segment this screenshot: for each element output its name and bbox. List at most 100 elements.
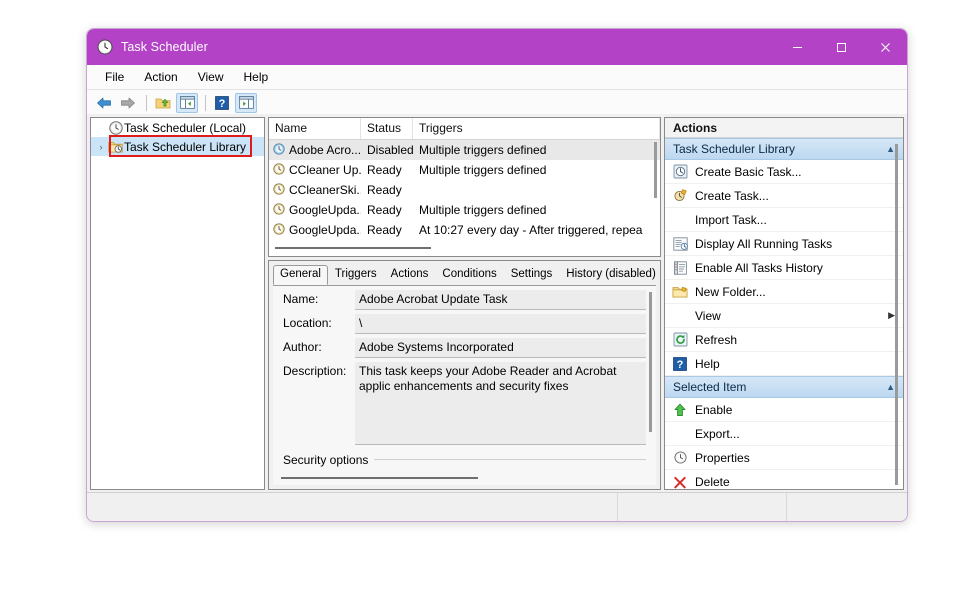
name-label: Name: bbox=[283, 292, 319, 306]
column-header-triggers[interactable]: Triggers bbox=[413, 118, 660, 139]
menu-action[interactable]: Action bbox=[134, 68, 187, 86]
history-icon bbox=[665, 260, 695, 275]
console-tree-pane[interactable]: Task Scheduler (Local) › Task Scheduler … bbox=[90, 117, 265, 490]
clock-icon bbox=[273, 202, 285, 218]
action-label: New Folder... bbox=[695, 284, 766, 299]
tab-conditions[interactable]: Conditions bbox=[435, 265, 503, 285]
task-name-cell: GoogleUpda... bbox=[269, 202, 361, 218]
task-name-cell: GoogleUpda... bbox=[269, 222, 361, 238]
column-header-status[interactable]: Status bbox=[361, 118, 413, 139]
detail-horizontal-scrollbar[interactable] bbox=[281, 477, 640, 481]
field-row-name: Name: Adobe Acrobat Update Task bbox=[273, 286, 656, 310]
clock-icon bbox=[97, 39, 113, 55]
action-export[interactable]: Export... bbox=[665, 422, 903, 446]
action-create-basic-task[interactable]: Create Basic Task... bbox=[665, 160, 903, 184]
window-title: Task Scheduler bbox=[121, 40, 208, 54]
tab-triggers[interactable]: Triggers bbox=[328, 265, 384, 285]
action-new-folder[interactable]: New Folder... bbox=[665, 280, 903, 304]
show-hide-action-pane-icon[interactable] bbox=[235, 92, 257, 113]
close-button[interactable] bbox=[863, 29, 907, 65]
actions-group-header-selected-item[interactable]: Selected Item ▲ bbox=[665, 376, 903, 398]
status-bar bbox=[87, 492, 907, 521]
table-row[interactable]: GoogleUpda... Ready At 10:27 every day -… bbox=[269, 220, 660, 240]
clock-icon bbox=[273, 182, 285, 198]
action-refresh[interactable]: Refresh bbox=[665, 328, 903, 352]
folder-clock-icon bbox=[107, 140, 124, 154]
tree-item-task-scheduler-library[interactable]: › Task Scheduler Library bbox=[91, 137, 264, 156]
task-triggers-cell: Multiple triggers defined bbox=[419, 203, 547, 217]
up-one-level-icon[interactable] bbox=[152, 93, 174, 113]
tab-general[interactable]: General bbox=[273, 265, 328, 285]
clock-icon-disabled bbox=[273, 142, 285, 158]
menu-bar: File Action View Help bbox=[87, 65, 907, 90]
forward-arrow-icon[interactable] bbox=[117, 93, 139, 113]
menu-help[interactable]: Help bbox=[234, 68, 279, 86]
create-basic-task-icon bbox=[665, 164, 695, 179]
action-properties[interactable]: Properties bbox=[665, 446, 903, 470]
column-header-name[interactable]: Name bbox=[269, 118, 361, 139]
maximize-button[interactable] bbox=[819, 29, 863, 65]
refresh-icon bbox=[665, 332, 695, 347]
actions-scroll-area: Task Scheduler Library ▲ Create Basic Ta… bbox=[665, 138, 903, 489]
tab-settings[interactable]: Settings bbox=[504, 265, 560, 285]
status-segment-2 bbox=[618, 493, 787, 521]
task-list-horizontal-scrollbar[interactable] bbox=[275, 247, 646, 251]
chevron-right-icon[interactable]: › bbox=[95, 142, 107, 152]
name-field[interactable]: Adobe Acrobat Update Task bbox=[355, 290, 646, 310]
create-task-icon bbox=[665, 188, 695, 203]
action-label: Export... bbox=[695, 426, 740, 441]
actions-pane-title: Actions bbox=[665, 118, 903, 138]
action-help-library[interactable]: ? Help bbox=[665, 352, 903, 376]
description-field[interactable]: This task keeps your Adobe Reader and Ac… bbox=[355, 362, 646, 445]
tree-item-task-scheduler-local[interactable]: Task Scheduler (Local) bbox=[91, 118, 264, 137]
general-tab-panel: Name: Adobe Acrobat Update Task Location… bbox=[273, 285, 656, 485]
task-status-cell: Ready bbox=[367, 223, 402, 237]
action-label: Properties bbox=[695, 450, 750, 465]
menu-view[interactable]: View bbox=[188, 68, 234, 86]
action-delete[interactable]: Delete bbox=[665, 470, 903, 489]
task-scheduler-window: Task Scheduler File Action View Help ? T… bbox=[86, 28, 908, 522]
security-options-group: Security options bbox=[283, 451, 646, 471]
action-create-task[interactable]: Create Task... bbox=[665, 184, 903, 208]
show-hide-console-tree-icon[interactable] bbox=[176, 92, 198, 113]
author-field[interactable]: Adobe Systems Incorporated bbox=[355, 338, 646, 358]
action-display-all-running-tasks[interactable]: Display All Running Tasks bbox=[665, 232, 903, 256]
back-arrow-icon[interactable] bbox=[93, 93, 115, 113]
action-label: Create Basic Task... bbox=[695, 164, 802, 179]
action-enable-all-tasks-history[interactable]: Enable All Tasks History bbox=[665, 256, 903, 280]
tab-actions[interactable]: Actions bbox=[384, 265, 436, 285]
field-row-author: Author: Adobe Systems Incorporated bbox=[273, 334, 656, 358]
table-row[interactable]: CCleanerSki... Ready bbox=[269, 180, 660, 200]
actions-vertical-scrollbar[interactable] bbox=[893, 144, 900, 485]
location-field[interactable]: \ bbox=[355, 314, 646, 334]
status-segment-1 bbox=[87, 493, 618, 521]
task-list-rows: Adobe Acro... Disabled Multiple triggers… bbox=[269, 140, 660, 256]
toolbar-separator bbox=[205, 94, 206, 111]
actions-group-label: Selected Item bbox=[673, 380, 747, 394]
task-triggers-cell: Multiple triggers defined bbox=[419, 163, 547, 177]
help-icon[interactable]: ? bbox=[211, 93, 233, 113]
table-row[interactable]: CCleaner Up... Ready Multiple triggers d… bbox=[269, 160, 660, 180]
task-list[interactable]: Name Status Triggers Adobe Acro... Disab… bbox=[268, 117, 661, 257]
task-name-cell: CCleaner Up... bbox=[269, 162, 361, 178]
task-list-vertical-scrollbar[interactable] bbox=[652, 142, 658, 236]
window-controls bbox=[775, 29, 907, 65]
delete-x-icon bbox=[665, 475, 695, 489]
actions-group-header-library[interactable]: Task Scheduler Library ▲ bbox=[665, 138, 903, 160]
action-view[interactable]: View ▶ bbox=[665, 304, 903, 328]
detail-vertical-scrollbar[interactable] bbox=[647, 292, 653, 451]
action-enable[interactable]: Enable bbox=[665, 398, 903, 422]
tab-history[interactable]: History (disabled) bbox=[559, 265, 660, 285]
action-label: Refresh bbox=[695, 332, 738, 347]
task-status-cell: Ready bbox=[367, 183, 402, 197]
minimize-button[interactable] bbox=[775, 29, 819, 65]
table-row[interactable]: GoogleUpda... Ready Multiple triggers de… bbox=[269, 200, 660, 220]
tree-item-label: Task Scheduler (Local) bbox=[124, 120, 247, 135]
menu-file[interactable]: File bbox=[95, 68, 134, 86]
action-import-task[interactable]: Import Task... bbox=[665, 208, 903, 232]
clock-icon bbox=[273, 162, 285, 178]
action-label: Delete bbox=[695, 474, 730, 489]
help-icon: ? bbox=[665, 356, 695, 371]
running-tasks-icon bbox=[665, 236, 695, 251]
table-row[interactable]: Adobe Acro... Disabled Multiple triggers… bbox=[269, 140, 660, 160]
